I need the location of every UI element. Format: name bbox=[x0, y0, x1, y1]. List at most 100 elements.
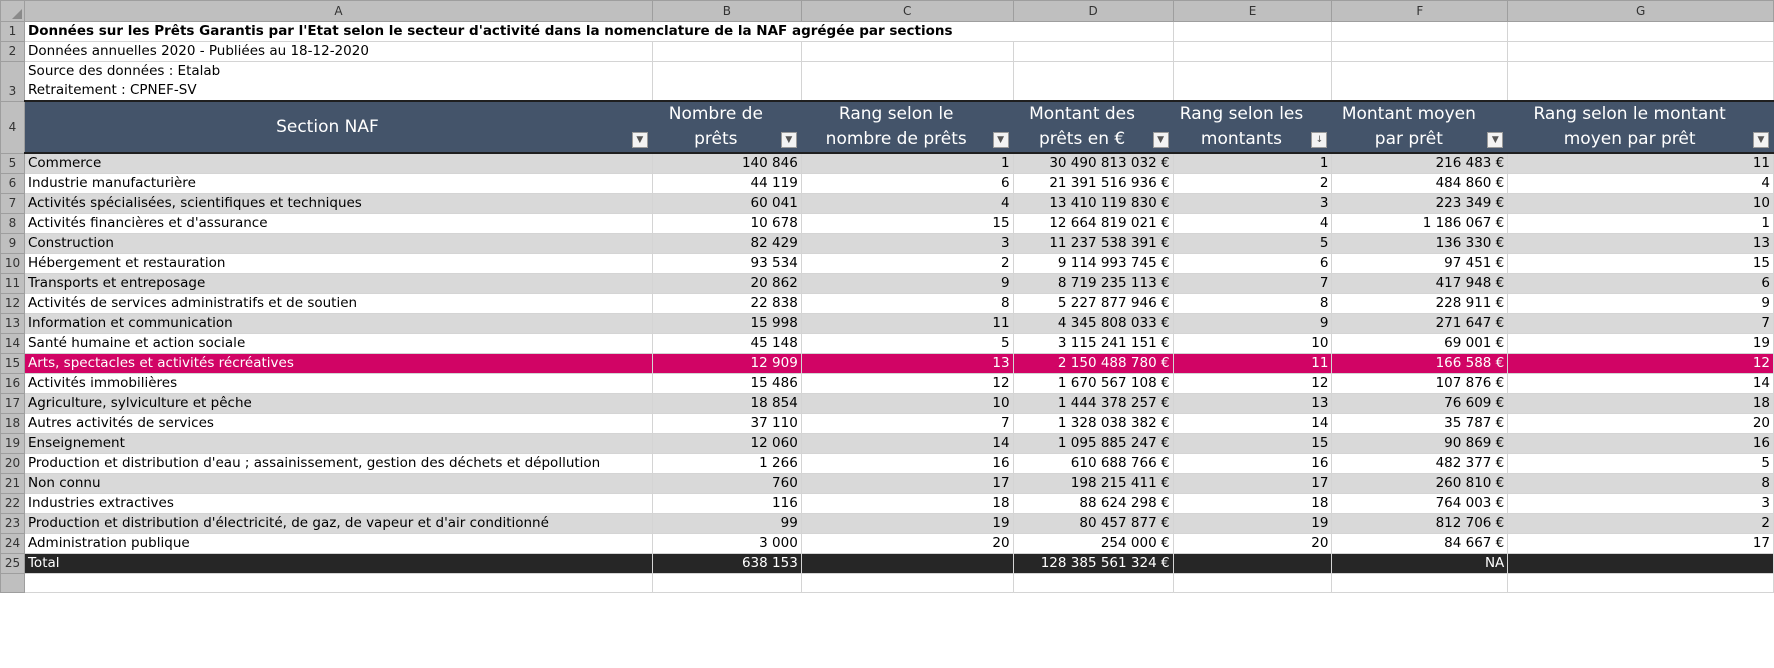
cell-moyen[interactable]: 482 377 € bbox=[1331, 453, 1509, 474]
filter-dropdown-icon[interactable]: ▼ bbox=[1753, 132, 1769, 148]
cell-section[interactable]: Activités spécialisées, scientifiques et… bbox=[23, 193, 653, 214]
row-number[interactable]: 5 bbox=[0, 152, 25, 174]
cell-rang-moyen[interactable]: 14 bbox=[1507, 373, 1774, 394]
cell-rang-nombre[interactable]: 6 bbox=[800, 173, 1014, 194]
row-number[interactable] bbox=[0, 573, 25, 593]
total-rang-nombre[interactable] bbox=[800, 553, 1014, 574]
column-header-d[interactable]: D bbox=[1012, 0, 1174, 22]
cell-montant[interactable]: 5 227 877 946 € bbox=[1012, 293, 1174, 314]
cell-montant[interactable]: 11 237 538 391 € bbox=[1012, 233, 1174, 254]
cell-montant[interactable]: 4 345 808 033 € bbox=[1012, 313, 1174, 334]
cell-rang-montant[interactable]: 10 bbox=[1172, 333, 1333, 354]
filter-dropdown-icon[interactable]: ▼ bbox=[631, 132, 648, 148]
cell-rang-moyen[interactable]: 6 bbox=[1507, 273, 1774, 294]
cell-montant[interactable]: 80 457 877 € bbox=[1012, 513, 1174, 534]
cell-montant[interactable]: 1 444 378 257 € bbox=[1012, 393, 1174, 414]
header-rang-moyen[interactable]: Rang selon le montant moyen par prêt ▼ bbox=[1507, 100, 1774, 154]
header-nombre-prets[interactable]: Nombre de prêts ▼ bbox=[651, 100, 802, 154]
row-number[interactable]: 20 bbox=[0, 453, 25, 474]
cell-rang-nombre[interactable]: 20 bbox=[800, 533, 1014, 554]
cell-rang-moyen[interactable]: 2 bbox=[1507, 513, 1774, 534]
cell-nombre[interactable]: 10 678 bbox=[651, 213, 802, 234]
cell-rang-nombre[interactable]: 8 bbox=[800, 293, 1014, 314]
cell-rang-moyen[interactable]: 17 bbox=[1507, 533, 1774, 554]
cell-moyen[interactable]: 136 330 € bbox=[1331, 233, 1509, 254]
row-number[interactable]: 11 bbox=[0, 273, 25, 294]
cell-moyen[interactable]: 228 911 € bbox=[1331, 293, 1509, 314]
cell-rang-montant[interactable]: 1 bbox=[1172, 152, 1333, 174]
cell-rang-montant[interactable]: 16 bbox=[1172, 453, 1333, 474]
cell-rang-montant[interactable]: 19 bbox=[1172, 513, 1333, 534]
cell-rang-moyen[interactable]: 19 bbox=[1507, 333, 1774, 354]
cell-nombre[interactable]: 760 bbox=[651, 473, 802, 494]
row-number[interactable]: 9 bbox=[0, 233, 25, 254]
filter-dropdown-icon[interactable]: ▼ bbox=[992, 132, 1009, 148]
row-number[interactable]: 13 bbox=[0, 313, 25, 334]
row-number[interactable]: 19 bbox=[0, 433, 25, 454]
cell-moyen[interactable]: 223 349 € bbox=[1331, 193, 1509, 214]
source-cell[interactable]: Source des données : Etalab Retraitement … bbox=[23, 61, 653, 102]
cell-rang-moyen[interactable]: 12 bbox=[1507, 353, 1774, 374]
row-number[interactable]: 17 bbox=[0, 393, 25, 414]
cell-nombre[interactable]: 93 534 bbox=[651, 253, 802, 274]
cell[interactable] bbox=[1507, 41, 1774, 62]
cell-rang-moyen[interactable]: 5 bbox=[1507, 453, 1774, 474]
cell-rang-moyen[interactable]: 7 bbox=[1507, 313, 1774, 334]
cell-moyen[interactable]: 35 787 € bbox=[1331, 413, 1509, 434]
row-number[interactable]: 25 bbox=[0, 553, 25, 574]
cell[interactable] bbox=[800, 573, 1014, 593]
cell-rang-nombre[interactable]: 4 bbox=[800, 193, 1014, 214]
cell-rang-montant[interactable]: 11 bbox=[1172, 353, 1333, 374]
cell-rang-nombre[interactable]: 19 bbox=[800, 513, 1014, 534]
cell-moyen[interactable]: 166 588 € bbox=[1331, 353, 1509, 374]
cell-section[interactable]: Non connu bbox=[23, 473, 653, 494]
cell-rang-montant[interactable]: 14 bbox=[1172, 413, 1333, 434]
cell-nombre[interactable]: 12 060 bbox=[651, 433, 802, 454]
cell-section[interactable]: Transports et entreposage bbox=[23, 273, 653, 294]
row-number[interactable]: 23 bbox=[0, 513, 25, 534]
cell-rang-nombre[interactable]: 1 bbox=[800, 152, 1014, 174]
cell-rang-moyen[interactable]: 9 bbox=[1507, 293, 1774, 314]
cell-rang-nombre[interactable]: 16 bbox=[800, 453, 1014, 474]
cell-rang-montant[interactable]: 12 bbox=[1172, 373, 1333, 394]
cell-section[interactable]: Production et distribution d'électricité… bbox=[23, 513, 653, 534]
cell-moyen[interactable]: 69 001 € bbox=[1331, 333, 1509, 354]
total-rang-montant[interactable] bbox=[1172, 553, 1333, 574]
cell-moyen[interactable]: 90 869 € bbox=[1331, 433, 1509, 454]
total-label[interactable]: Total bbox=[23, 553, 653, 574]
cell-montant[interactable]: 8 719 235 113 € bbox=[1012, 273, 1174, 294]
cell-nombre[interactable]: 140 846 bbox=[651, 152, 802, 174]
cell-moyen[interactable]: 84 667 € bbox=[1331, 533, 1509, 554]
cell-montant[interactable]: 1 670 567 108 € bbox=[1012, 373, 1174, 394]
total-nombre[interactable]: 638 153 bbox=[651, 553, 802, 574]
cell-section[interactable]: Production et distribution d'eau ; assai… bbox=[23, 453, 653, 474]
cell-nombre[interactable]: 44 119 bbox=[651, 173, 802, 194]
cell-section[interactable]: Construction bbox=[23, 233, 653, 254]
cell-rang-montant[interactable]: 9 bbox=[1172, 313, 1333, 334]
row-number[interactable]: 10 bbox=[0, 253, 25, 274]
row-number[interactable]: 6 bbox=[0, 173, 25, 194]
cell-rang-moyen[interactable]: 3 bbox=[1507, 493, 1774, 514]
filter-dropdown-icon[interactable]: ▼ bbox=[1152, 132, 1169, 148]
cell-nombre[interactable]: 45 148 bbox=[651, 333, 802, 354]
cell-rang-moyen[interactable]: 16 bbox=[1507, 433, 1774, 454]
cell[interactable] bbox=[1507, 573, 1774, 593]
filter-dropdown-icon[interactable]: ▼ bbox=[780, 132, 797, 148]
cell[interactable] bbox=[1331, 41, 1509, 62]
cell-nombre[interactable]: 116 bbox=[651, 493, 802, 514]
cell-moyen[interactable]: 1 186 067 € bbox=[1331, 213, 1509, 234]
filter-dropdown-icon[interactable]: ▼ bbox=[1487, 132, 1504, 148]
cell[interactable] bbox=[23, 573, 653, 593]
cell-rang-montant[interactable]: 5 bbox=[1172, 233, 1333, 254]
cell[interactable] bbox=[1012, 61, 1174, 102]
cell-rang-montant[interactable]: 6 bbox=[1172, 253, 1333, 274]
cell-montant[interactable]: 1 328 038 382 € bbox=[1012, 413, 1174, 434]
cell-rang-nombre[interactable]: 7 bbox=[800, 413, 1014, 434]
row-number[interactable]: 21 bbox=[0, 473, 25, 494]
cell-montant[interactable]: 12 664 819 021 € bbox=[1012, 213, 1174, 234]
row-number[interactable]: 15 bbox=[0, 353, 25, 374]
cell-nombre[interactable]: 60 041 bbox=[651, 193, 802, 214]
cell-moyen[interactable]: 484 860 € bbox=[1331, 173, 1509, 194]
cell[interactable] bbox=[1172, 41, 1333, 62]
header-rang-montants[interactable]: Rang selon les montants ↓ bbox=[1172, 100, 1333, 154]
